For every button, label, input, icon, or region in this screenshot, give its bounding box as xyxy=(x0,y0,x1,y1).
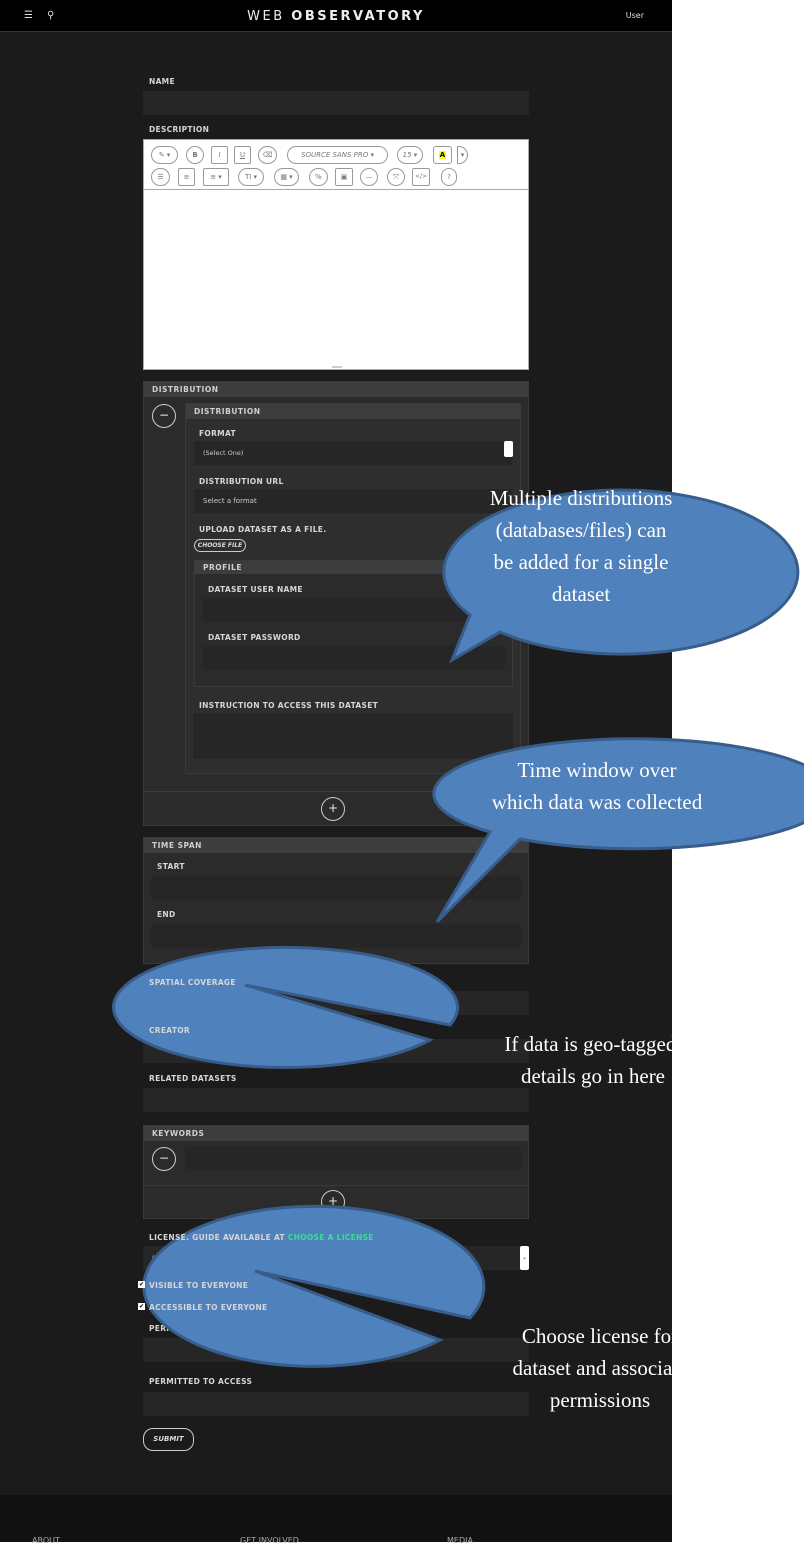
callout-line: dataset and associate xyxy=(512,1356,688,1380)
choose-license-link[interactable]: CHOOSE A LICENSE xyxy=(288,1233,374,1242)
callout-line: (databases/files) can xyxy=(495,518,667,542)
callout-spatial xyxy=(112,945,460,1069)
accessible-label: ACCESSIBLE TO EVERYONE xyxy=(149,1303,268,1312)
license-label: LICENSE. GUIDE AVAILABLE AT CHOOSE A LIC… xyxy=(149,1233,374,1242)
callout-line: Multiple distributions xyxy=(489,486,673,510)
callout-line: Choose license for xyxy=(521,1324,679,1348)
visible-checkbox[interactable]: ✔ xyxy=(138,1281,145,1288)
callout-line: which data was collected xyxy=(491,790,703,814)
callout-line: details go in here xyxy=(520,1064,666,1088)
callout-line: dataset xyxy=(551,582,611,606)
callout-line: permissions xyxy=(549,1388,651,1412)
accessible-checkbox[interactable]: ✔ xyxy=(138,1303,145,1310)
callout-line: be added for a single xyxy=(493,550,669,574)
callout-line: Time window over xyxy=(517,758,677,782)
callout-text-timespan: Time window over which data was collected xyxy=(397,754,797,818)
spatial-label: SPATIAL COVERAGE xyxy=(149,978,236,987)
creator-label: CREATOR xyxy=(149,1026,190,1035)
license-label-text: LICENSE. GUIDE AVAILABLE AT xyxy=(149,1233,285,1242)
callout-text-spatial: If data is geo-tagged, details go in here xyxy=(421,1028,765,1092)
callout-text-distributions: Multiple distributions (databases/files) … xyxy=(404,482,758,610)
visible-label: VISIBLE TO EVERYONE xyxy=(149,1281,249,1290)
callout-text-license: Choose license for dataset and associate p… xyxy=(430,1320,770,1416)
callout-line: If data is geo-tagged, xyxy=(504,1032,682,1056)
